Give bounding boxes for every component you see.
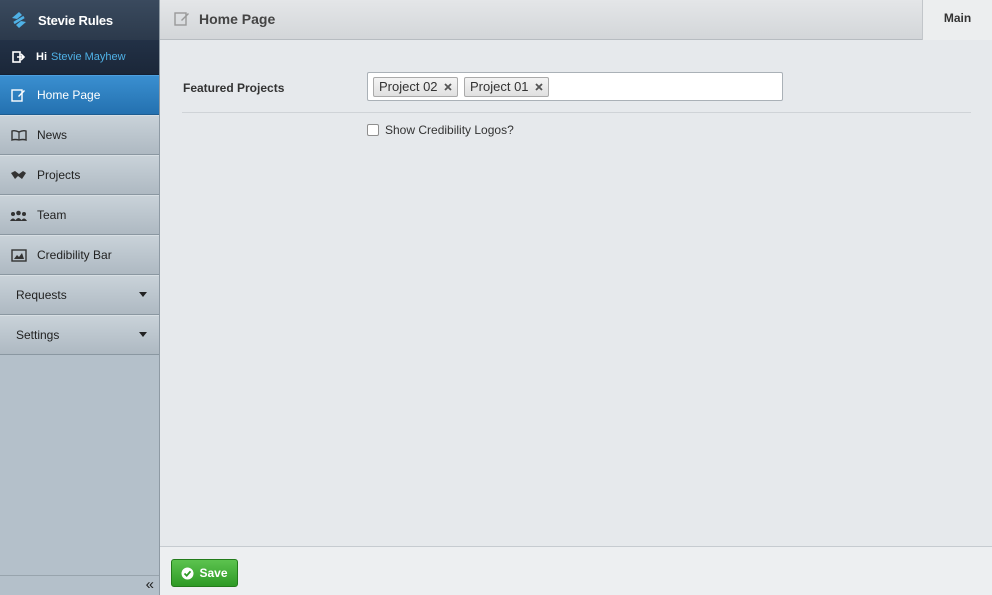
image-icon (10, 248, 27, 262)
page-title-text: Home Page (199, 11, 276, 27)
sidebar: Stevie Rules Hi Stevie Mayhew Home Page … (0, 0, 160, 595)
chevron-down-icon (139, 332, 147, 337)
sidebar-item-label: News (37, 128, 68, 142)
show-credibility-logos-label[interactable]: Show Credibility Logos? (385, 123, 514, 137)
check-circle-icon (181, 567, 194, 580)
chevron-down-icon (139, 292, 147, 297)
footer-bar: Save (160, 546, 992, 595)
collapse-icon[interactable]: « (146, 576, 154, 593)
edit-icon (10, 88, 27, 102)
sidebar-item-news[interactable]: News (0, 115, 159, 155)
tag-project-02: Project 02 (373, 77, 458, 97)
book-icon (10, 128, 27, 142)
sidebar-item-settings[interactable]: Settings (0, 315, 159, 355)
sidebar-item-home-page[interactable]: Home Page (0, 75, 159, 115)
page-header: Home Page Main (160, 0, 992, 41)
logo-icon (8, 9, 30, 31)
collapse-sidebar-button[interactable]: « (0, 575, 159, 595)
main-content: Featured Projects Project 02 Project 01 … (160, 40, 992, 546)
featured-projects-input[interactable]: Project 02 Project 01 (367, 72, 783, 101)
save-button[interactable]: Save (171, 559, 238, 587)
logout-icon[interactable] (12, 51, 26, 63)
divider (182, 112, 971, 113)
sidebar-item-label: Settings (16, 328, 60, 342)
sidebar-item-label: Home Page (37, 88, 101, 102)
sidebar-item-label: Credibility Bar (37, 248, 112, 262)
tab-main[interactable]: Main (922, 0, 992, 41)
show-credibility-logos-checkbox[interactable] (367, 124, 379, 136)
sidebar-item-team[interactable]: Team (0, 195, 159, 235)
remove-tag-icon[interactable] (534, 83, 543, 91)
edit-icon (174, 11, 190, 27)
sidebar-item-label: Requests (16, 288, 67, 302)
remove-tag-icon[interactable] (443, 83, 452, 91)
sidebar-item-requests[interactable]: Requests (0, 275, 159, 315)
team-icon (10, 208, 27, 222)
sidebar-item-label: Team (37, 208, 67, 222)
featured-projects-label: Featured Projects (183, 81, 285, 95)
save-label: Save (199, 566, 228, 580)
brand-name: Stevie Rules (38, 12, 113, 28)
brand-header[interactable]: Stevie Rules (0, 0, 159, 40)
handshake-icon (10, 168, 27, 182)
sidebar-item-credibility-bar[interactable]: Credibility Bar (0, 235, 159, 275)
user-greeting[interactable]: Hi Stevie Mayhew (0, 40, 159, 75)
user-name-link[interactable]: Stevie Mayhew (51, 51, 126, 63)
sidebar-item-projects[interactable]: Projects (0, 155, 159, 195)
page-title: Home Page (174, 11, 275, 27)
tag-label: Project 01 (470, 79, 529, 94)
tag-label: Project 02 (379, 79, 438, 94)
tag-project-01: Project 01 (464, 77, 549, 97)
sidebar-item-label: Projects (37, 168, 81, 182)
greeting-text: Hi (36, 51, 47, 63)
